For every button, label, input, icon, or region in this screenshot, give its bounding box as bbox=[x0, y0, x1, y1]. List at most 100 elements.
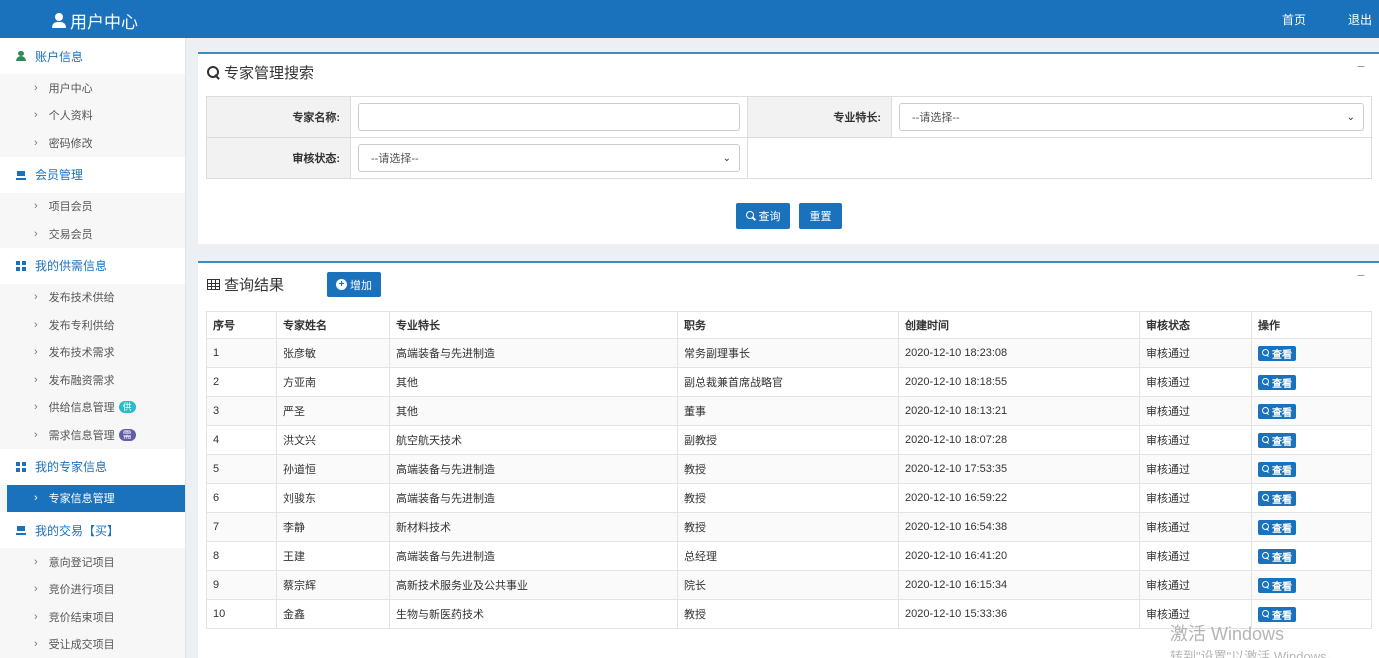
table-cell: 刘骏东 bbox=[276, 483, 390, 513]
sidebar-group-expert[interactable]: 我的专家信息 bbox=[0, 448, 185, 485]
chevron-right-icon: › bbox=[34, 318, 38, 331]
table-cell-actions: 查看 bbox=[1251, 512, 1372, 542]
view-button[interactable]: 查看 bbox=[1258, 403, 1296, 419]
brand[interactable]: 用户中心 bbox=[52, 8, 138, 33]
column-header: 职务 bbox=[677, 311, 899, 339]
add-button[interactable]: + 增加 bbox=[327, 272, 381, 297]
table-row: 4 洪文兴 航空航天技术 副教授 2020-12-10 18:07:28 审核通过 查看 bbox=[206, 425, 1372, 455]
table-cell-actions: 查看 bbox=[1251, 338, 1372, 368]
search-panel-title: 专家管理搜索 bbox=[207, 62, 314, 83]
table-cell-actions: 查看 bbox=[1251, 367, 1372, 397]
results-table: 序号 专家姓名 专业特长 职务 创建时间 审核状态 操作 1 张彦敏 高端装备与先进… bbox=[206, 311, 1372, 629]
query-button[interactable]: 查询 bbox=[736, 203, 790, 229]
table-cell: 2020-12-10 17:53:35 bbox=[898, 454, 1140, 484]
sidebar-group-account[interactable]: 账户信息 bbox=[0, 38, 185, 74]
search-icon bbox=[1262, 494, 1270, 502]
table-cell: 2020-12-10 16:15:34 bbox=[898, 570, 1140, 600]
table-cell: 张彦敏 bbox=[276, 338, 390, 368]
sidebar-item-transfer-completed[interactable]: › 受让成交项目 bbox=[0, 631, 185, 658]
view-button[interactable]: 查看 bbox=[1258, 490, 1296, 506]
sidebar-item-bidding-ongoing[interactable]: › 竞价进行项目 bbox=[0, 576, 185, 604]
sidebar-item-bidding-ended[interactable]: › 竞价结束项目 bbox=[0, 603, 185, 631]
table-cell: 生物与新医药技术 bbox=[389, 599, 678, 629]
sidebar-group-title: 我的供需信息 bbox=[35, 259, 108, 273]
sidebar-item-publish-patent-supply[interactable]: › 发布专利供给 bbox=[0, 311, 185, 339]
table-cell: 高端装备与先进制造 bbox=[389, 483, 678, 513]
search-icon bbox=[1262, 465, 1270, 473]
sidebar-group-supply-demand[interactable]: 我的供需信息 bbox=[0, 247, 185, 284]
sidebar-item-intent-registration[interactable]: › 意向登记项目 bbox=[0, 548, 185, 576]
table-cell: 董事 bbox=[677, 396, 899, 426]
sidebar-item-project-member[interactable]: › 项目会员 bbox=[0, 193, 185, 221]
view-button-label: 查看 bbox=[1272, 378, 1292, 390]
sidebar-item-publish-tech-supply[interactable]: › 发布技术供给 bbox=[0, 284, 185, 312]
search-panel-title-text: 专家管理搜索 bbox=[224, 65, 315, 82]
table-cell: 4 bbox=[206, 425, 277, 455]
table-cell: 1 bbox=[206, 338, 277, 368]
search-icon bbox=[207, 66, 220, 79]
sidebar-item-demand-management[interactable]: › 需求信息管理需 bbox=[0, 421, 185, 449]
sidebar-item-publish-tech-demand[interactable]: › 发布技术需求 bbox=[0, 339, 185, 367]
table-cell: 高端装备与先进制造 bbox=[389, 454, 678, 484]
chevron-right-icon: › bbox=[34, 291, 38, 304]
table-cell: 审核通过 bbox=[1139, 425, 1252, 455]
search-icon bbox=[1262, 581, 1270, 589]
table-cell: 6 bbox=[206, 483, 277, 513]
user-icon bbox=[52, 13, 66, 28]
view-button-label: 查看 bbox=[1272, 494, 1292, 506]
column-header: 专业特长 bbox=[389, 311, 678, 339]
reset-button[interactable]: 重置 bbox=[799, 203, 842, 229]
sidebar-item-label: 专家信息管理 bbox=[48, 493, 115, 506]
table-cell-actions: 查看 bbox=[1251, 454, 1372, 484]
logout-link[interactable]: 退出 bbox=[1348, 11, 1372, 28]
chevron-right-icon: › bbox=[34, 610, 38, 623]
view-button[interactable]: 查看 bbox=[1258, 519, 1296, 535]
table-cell: 2020-12-10 16:54:38 bbox=[898, 512, 1140, 542]
expert-name-input[interactable] bbox=[358, 103, 740, 131]
view-button-label: 查看 bbox=[1272, 407, 1292, 419]
table-cell: 金鑫 bbox=[276, 599, 390, 629]
column-header: 专家姓名 bbox=[276, 311, 390, 339]
table-cell: 审核通过 bbox=[1139, 541, 1252, 571]
view-button[interactable]: 查看 bbox=[1258, 548, 1296, 564]
sidebar-item-supply-management[interactable]: › 供给信息管理供 bbox=[0, 394, 185, 422]
cart-icon bbox=[16, 170, 26, 180]
view-button[interactable]: 查看 bbox=[1258, 374, 1296, 390]
results-panel-collapse-button[interactable]: − bbox=[1357, 267, 1365, 283]
chevron-right-icon: › bbox=[34, 583, 38, 596]
chevron-right-icon: › bbox=[34, 200, 38, 213]
table-cell: 审核通过 bbox=[1139, 570, 1252, 600]
search-panel-collapse-button[interactable]: − bbox=[1357, 58, 1365, 74]
sidebar-group-trade-buy[interactable]: 我的交易【买】 bbox=[0, 512, 185, 548]
results-panel: 查询结果 + 增加 − 序号 专家姓名 专业特长 职务 创建时间 审核状态 操作… bbox=[198, 261, 1379, 658]
status-label: 审核状态: bbox=[206, 137, 351, 179]
specialty-select[interactable]: --请选择-- ⌄ bbox=[899, 103, 1364, 131]
table-cell: 审核通过 bbox=[1139, 454, 1252, 484]
home-link[interactable]: 首页 bbox=[1282, 11, 1306, 28]
view-button-label: 查看 bbox=[1272, 349, 1292, 361]
chevron-right-icon: › bbox=[34, 136, 38, 149]
sidebar-item-password[interactable]: › 密码修改 bbox=[0, 129, 185, 157]
view-button[interactable]: 查看 bbox=[1258, 461, 1296, 477]
view-button[interactable]: 查看 bbox=[1258, 577, 1296, 593]
sidebar-item-expert-management[interactable]: › 专家信息管理 bbox=[7, 484, 185, 512]
table-row: 3 严圣 其他 董事 2020-12-10 18:13:21 审核通过 查看 bbox=[206, 396, 1372, 426]
sidebar-item-label: 发布融资需求 bbox=[48, 374, 115, 387]
sidebar-item-label: 发布专利供给 bbox=[48, 319, 115, 332]
sidebar-item-trade-member[interactable]: › 交易会员 bbox=[0, 220, 185, 248]
table-cell: 航空航天技术 bbox=[389, 425, 678, 455]
view-button[interactable]: 查看 bbox=[1258, 345, 1296, 361]
table-cell: 8 bbox=[206, 541, 277, 571]
sidebar-item-user-center[interactable]: › 用户中心 bbox=[0, 74, 185, 102]
cart-icon bbox=[16, 525, 26, 535]
sidebar-item-publish-finance-demand[interactable]: › 发布融资需求 bbox=[0, 366, 185, 394]
windows-icon bbox=[16, 461, 26, 472]
sidebar-item-profile[interactable]: › 个人资料 bbox=[0, 102, 185, 130]
search-form: 专家名称: 专业特长: --请选择-- ⌄ 审核状态: --请选择-- ⌄ bbox=[206, 96, 1372, 179]
search-icon bbox=[1262, 349, 1270, 357]
status-select[interactable]: --请选择-- ⌄ bbox=[358, 144, 740, 172]
table-cell: 2020-12-10 16:59:22 bbox=[898, 483, 1140, 513]
reset-button-label: 重置 bbox=[809, 211, 832, 223]
view-button[interactable]: 查看 bbox=[1258, 432, 1296, 448]
sidebar-group-membership[interactable]: 会员管理 bbox=[0, 156, 185, 193]
